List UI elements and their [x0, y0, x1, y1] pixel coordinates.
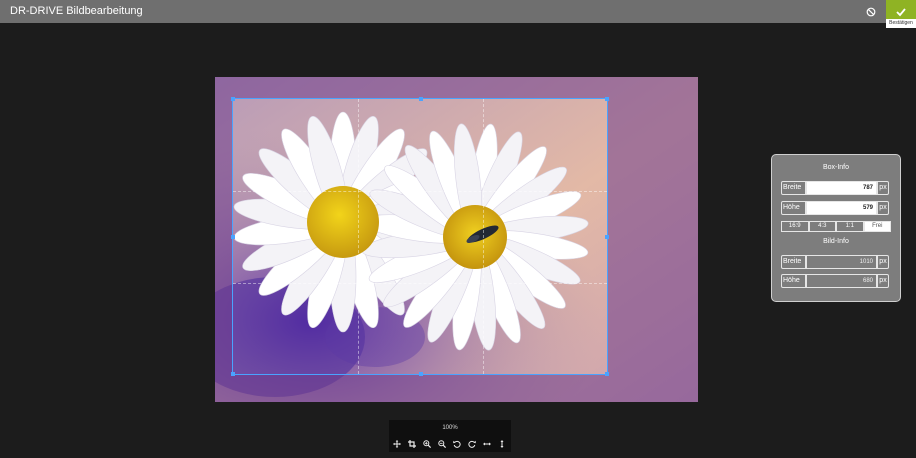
image-height-label: Höhe	[781, 274, 806, 288]
crop-handle-left[interactable]	[231, 235, 235, 239]
flip-vertical-icon	[500, 440, 504, 448]
confirm-tooltip: Bestätigen	[886, 19, 916, 28]
box-width-label: Breite	[781, 181, 806, 195]
crop-icon	[408, 440, 416, 448]
crop-handle-top[interactable]	[419, 97, 423, 101]
ratio-free-button[interactable]: Frei	[863, 221, 891, 232]
box-info-title: Box-Info	[822, 164, 850, 171]
zoom-in-icon	[423, 440, 431, 448]
crop-handle-right[interactable]	[605, 235, 609, 239]
image-width-value: 1010	[806, 255, 877, 269]
box-height-input[interactable]: 579	[806, 201, 877, 215]
title-bar: DR-DRIVE Bildbearbeitung	[0, 0, 916, 23]
ratio-1-1-button[interactable]: 1:1	[836, 221, 864, 232]
crop-handle-top-left[interactable]	[231, 97, 235, 101]
flip-horizontal-icon	[483, 442, 491, 446]
ratio-4-3-button[interactable]: 4:3	[808, 221, 836, 232]
crop-button[interactable]	[406, 439, 418, 449]
box-height-label: Höhe	[781, 201, 806, 215]
rotate-left-button[interactable]	[451, 439, 463, 449]
image-width-unit: px	[877, 255, 889, 269]
image-info-title: Bild-Info	[823, 238, 849, 245]
rotate-left-icon	[453, 440, 461, 448]
crop-handle-top-right[interactable]	[605, 97, 609, 101]
check-icon	[896, 7, 906, 16]
ratio-16-9-button[interactable]: 16:9	[781, 221, 809, 232]
crop-box[interactable]	[231, 97, 609, 376]
flip-horizontal-button[interactable]	[481, 439, 493, 449]
image-canvas[interactable]	[215, 77, 698, 402]
cancel-circle-icon	[866, 7, 876, 17]
image-width-row: Breite 1010 px	[781, 255, 891, 269]
box-width-row: Breite 787 px	[781, 181, 891, 195]
flip-vertical-button[interactable]	[496, 439, 508, 449]
image-toolbar: 100%	[389, 420, 511, 452]
box-height-unit: px	[877, 201, 889, 215]
image-height-value: 680	[806, 274, 877, 288]
rotate-right-icon	[468, 440, 476, 448]
crop-handle-bottom-left[interactable]	[231, 372, 235, 376]
box-width-unit: px	[877, 181, 889, 195]
image-height-row: Höhe 680 px	[781, 274, 891, 288]
crop-handle-bottom[interactable]	[419, 372, 423, 376]
zoom-level: 100%	[442, 425, 458, 431]
box-width-input[interactable]: 787	[806, 181, 877, 195]
move-button[interactable]	[391, 439, 403, 449]
rotate-right-button[interactable]	[466, 439, 478, 449]
move-icon	[393, 440, 401, 448]
image-width-label: Breite	[781, 255, 806, 269]
cancel-button[interactable]	[862, 3, 880, 21]
aspect-ratio-group: 16:9 4:3 1:1 Frei	[781, 221, 891, 232]
zoom-in-button[interactable]	[421, 439, 433, 449]
app-title: DR-DRIVE Bildbearbeitung	[10, 5, 143, 17]
box-height-row: Höhe 579 px	[781, 201, 891, 215]
image-height-unit: px	[877, 274, 889, 288]
zoom-out-icon	[438, 440, 446, 448]
zoom-out-button[interactable]	[436, 439, 448, 449]
crop-handle-bottom-right[interactable]	[605, 372, 609, 376]
